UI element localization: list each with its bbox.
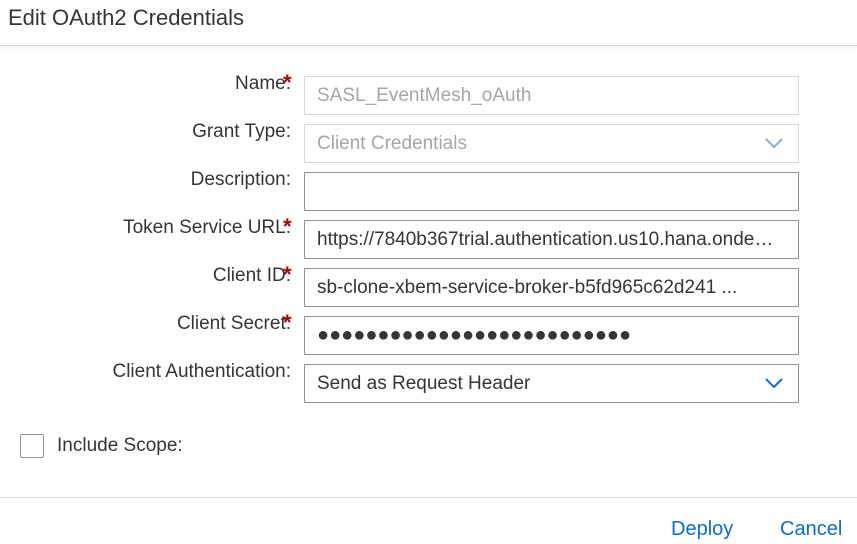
grant-type-value: Client Credentials — [317, 133, 467, 154]
client-secret-row: Client Secret: * ●●●●●●●●●●●●●●●●●●●●●●●… — [0, 310, 857, 355]
client-authentication-row: Client Authentication: Send as Request H… — [0, 360, 857, 403]
client-secret-required-marker: * — [283, 310, 292, 335]
description-input[interactable] — [304, 172, 799, 211]
token-service-url-required-marker: * — [283, 214, 292, 239]
dialog-footer: Deploy Cancel — [0, 497, 857, 544]
name-field[interactable]: SASL_EventMesh_oAuth — [304, 76, 799, 115]
dialog-header: Edit OAuth2 Credentials — [0, 0, 857, 46]
client-authentication-label: Client Authentication: — [112, 361, 291, 382]
token-service-url-input[interactable]: https://7840b367trial.authentication.us1… — [304, 220, 799, 259]
client-secret-input[interactable]: ●●●●●●●●●●●●●●●●●●●●●●●●●● — [304, 316, 799, 355]
name-required-marker: * — [283, 70, 292, 95]
client-authentication-select[interactable]: Send as Request Header — [304, 364, 799, 403]
client-id-input[interactable]: sb-clone-xbem-service-broker-b5fd965c62d… — [304, 268, 799, 307]
cancel-button[interactable]: Cancel — [780, 517, 842, 541]
include-scope-checkbox[interactable] — [20, 434, 44, 458]
client-id-row: Client ID: * sb-clone-xbem-service-broke… — [0, 262, 857, 307]
chevron-down-icon[interactable] — [764, 136, 784, 150]
name-row: Name: * SASL_EventMesh_oAuth — [0, 70, 857, 115]
grant-type-select[interactable]: Client Credentials — [304, 124, 799, 163]
client-id-required-marker: * — [283, 262, 292, 287]
client-secret-label: Client Secret: — [176, 313, 291, 334]
description-row: Description: — [0, 168, 857, 211]
description-label: Description: — [190, 169, 291, 190]
include-scope-row: Include Scope: — [0, 432, 400, 462]
chevron-down-icon[interactable] — [764, 376, 784, 390]
client-id-label: Client ID: — [212, 265, 291, 286]
grant-type-row: Grant Type: Client Credentials — [0, 120, 857, 163]
token-service-url-row: Token Service URL: * https://7840b367tri… — [0, 214, 857, 259]
client-authentication-value: Send as Request Header — [317, 373, 531, 394]
deploy-button[interactable]: Deploy — [671, 517, 733, 541]
edit-oauth2-dialog: Edit OAuth2 Credentials Name: * SASL_Eve… — [0, 0, 857, 544]
token-service-url-label: Token Service URL: — [123, 217, 291, 238]
dialog-title: Edit OAuth2 Credentials — [8, 5, 245, 30]
grant-type-label: Grant Type: — [192, 121, 291, 142]
include-scope-label: Include Scope: — [57, 435, 183, 456]
